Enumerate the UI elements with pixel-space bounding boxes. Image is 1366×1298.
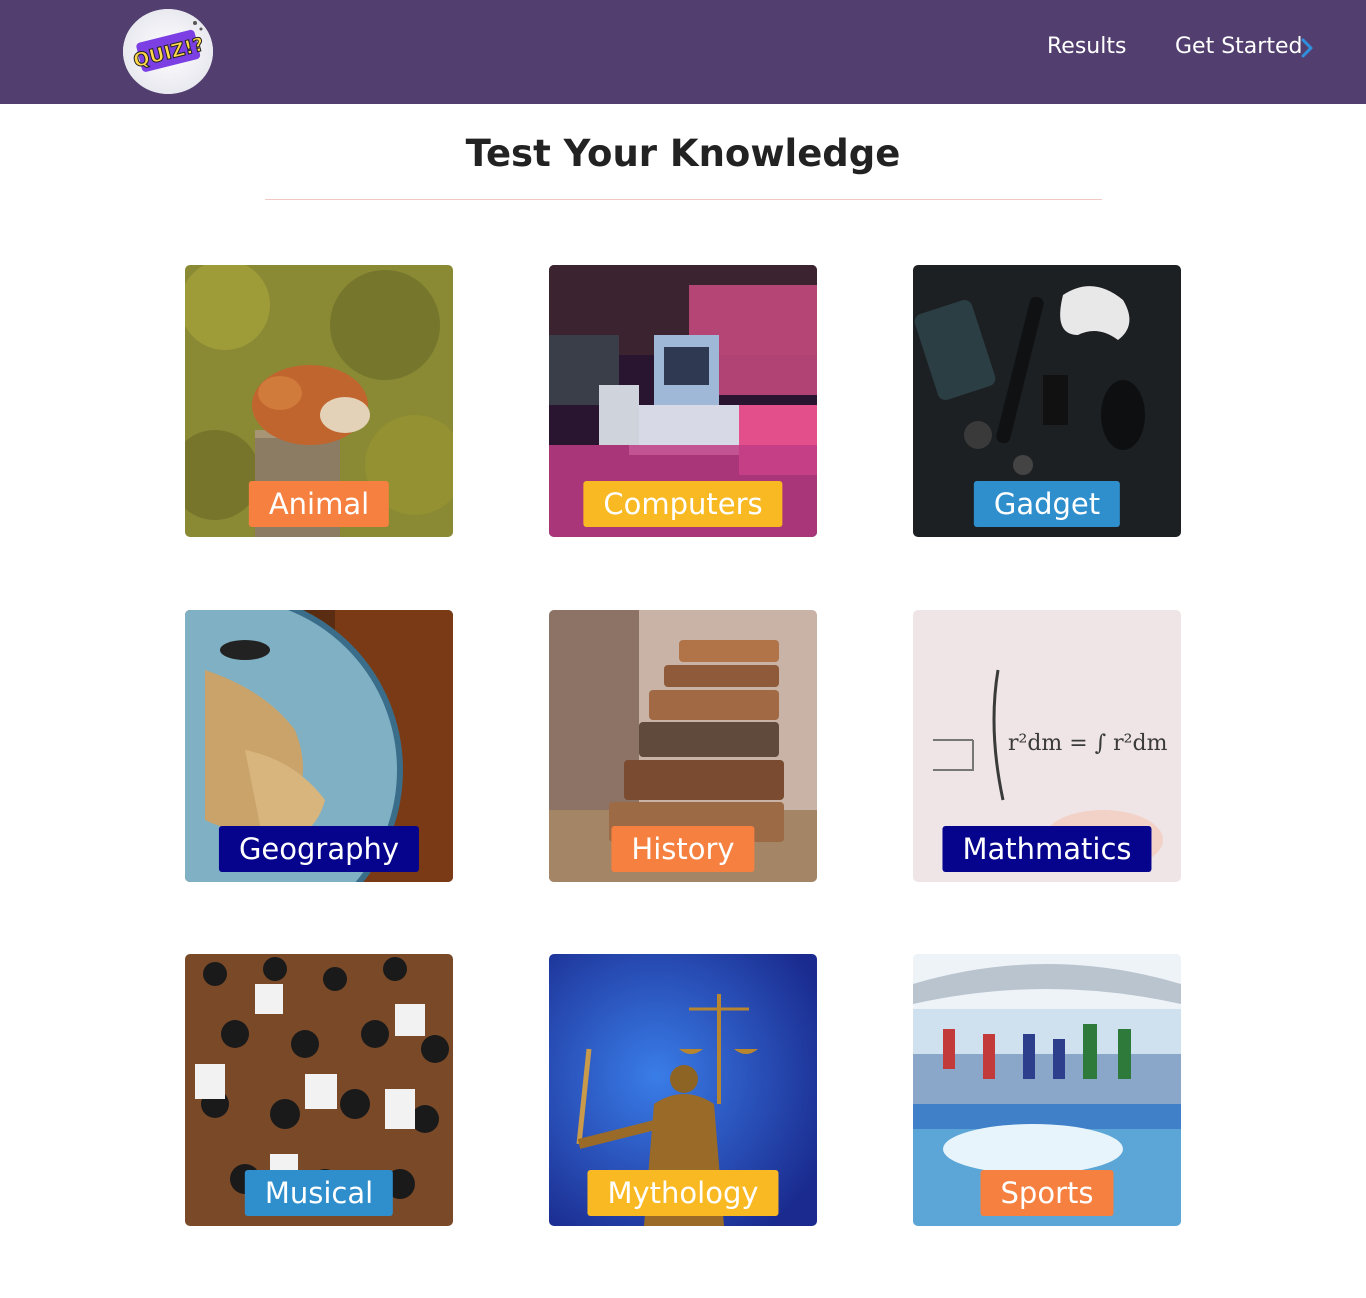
chevron-right-icon	[1301, 38, 1313, 58]
page-title: Test Your Knowledge	[465, 132, 901, 175]
category-label: History	[611, 826, 755, 872]
category-card-history[interactable]: History	[549, 610, 817, 882]
navbar: QUIZ!? Results Get Started	[0, 0, 1366, 104]
category-label: Computers	[583, 481, 783, 527]
get-started-link[interactable]: Get Started	[1175, 32, 1302, 62]
category-card-geography[interactable]: Geography	[185, 610, 453, 882]
category-label: Geography	[218, 826, 420, 872]
category-card-gadget[interactable]: Gadget	[913, 265, 1181, 537]
category-label: Gadget	[973, 481, 1121, 527]
category-card-musical[interactable]: Musical	[185, 954, 453, 1226]
category-label: Animal	[248, 481, 390, 527]
category-label: Musical	[244, 1170, 394, 1216]
svg-text:r²dm = ∫ r²dm: r²dm = ∫ r²dm	[1008, 731, 1168, 756]
category-card-sports[interactable]: Sports	[913, 954, 1181, 1226]
category-card-mythology[interactable]: Mythology	[549, 954, 817, 1226]
category-card-computers[interactable]: Computers	[549, 265, 817, 537]
results-link[interactable]: Results	[1047, 32, 1126, 62]
category-card-mathmatics[interactable]: r²dm = ∫ r²dm Mathmatics	[913, 610, 1181, 882]
category-label: Mathmatics	[942, 826, 1152, 872]
category-label: Sports	[980, 1170, 1114, 1216]
quiz-logo[interactable]: QUIZ!?	[123, 9, 213, 94]
category-label: Mythology	[587, 1170, 779, 1216]
title-divider	[265, 199, 1102, 200]
category-card-animal[interactable]: Animal	[185, 265, 453, 537]
